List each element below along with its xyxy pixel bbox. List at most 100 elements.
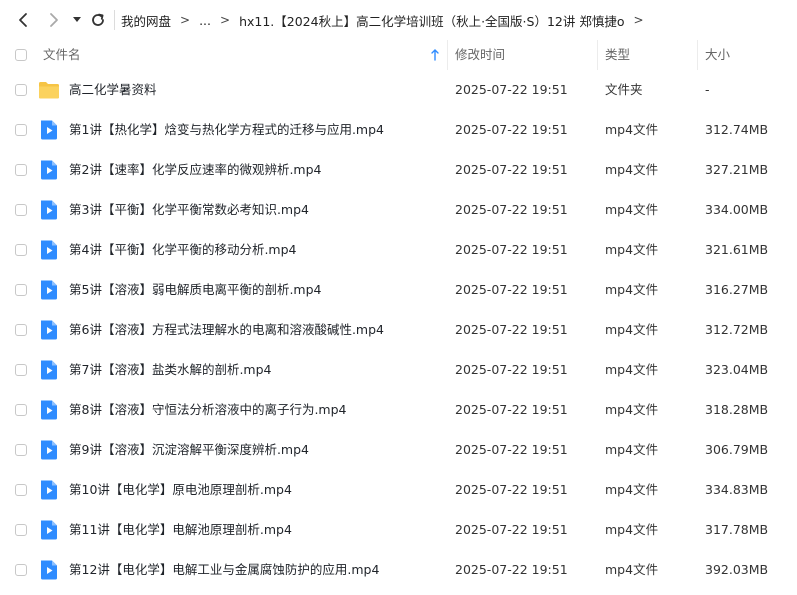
file-size: 321.61MB xyxy=(705,242,769,257)
file-modified-time: 2025-07-22 19:51 xyxy=(455,442,568,457)
file-type: mp4文件 xyxy=(605,162,659,177)
breadcrumb-root[interactable]: 我的网盘 xyxy=(121,11,171,30)
column-divider[interactable] xyxy=(447,40,448,70)
file-modified-time: 2025-07-22 19:51 xyxy=(455,362,568,377)
file-row[interactable]: 第3讲【平衡】化学平衡常数必考知识.mp4 2025-07-22 19:51 mp4… xyxy=(0,190,797,230)
history-dropdown-button[interactable] xyxy=(70,8,84,32)
file-row[interactable]: 第8讲【溶液】守恒法分析溶液中的离子行为.mp4 2025-07-22 19:51… xyxy=(0,390,797,430)
row-checkbox[interactable] xyxy=(15,164,27,176)
file-name[interactable]: 第10讲【电化学】原电池原理剖析.mp4 xyxy=(69,470,292,510)
file-type: 文件夹 xyxy=(605,82,643,97)
video-file-icon xyxy=(39,440,59,460)
row-checkbox[interactable] xyxy=(15,244,27,256)
file-row[interactable]: 第12讲【电化学】电解工业与金属腐蚀防护的应用.mp4 2025-07-22 19… xyxy=(0,550,797,590)
file-row[interactable]: 第10讲【电化学】原电池原理剖析.mp4 2025-07-22 19:51 mp4文… xyxy=(0,470,797,510)
video-file-icon xyxy=(39,360,59,380)
select-all-checkbox[interactable] xyxy=(15,49,27,61)
file-name[interactable]: 第2讲【速率】化学反应速率的微观辨析.mp4 xyxy=(69,150,322,190)
file-name[interactable]: 第3讲【平衡】化学平衡常数必考知识.mp4 xyxy=(69,190,309,230)
file-modified-time: 2025-07-22 19:51 xyxy=(455,402,568,417)
sort-indicator[interactable] xyxy=(430,40,440,70)
file-type: mp4文件 xyxy=(605,482,659,497)
file-modified-time: 2025-07-22 19:51 xyxy=(455,162,568,177)
file-row[interactable]: 第6讲【溶液】方程式法理解水的电离和溶液酸碱性.mp4 2025-07-22 19… xyxy=(0,310,797,350)
file-name[interactable]: 第11讲【电化学】电解池原理剖析.mp4 xyxy=(69,510,292,550)
file-name[interactable]: 第5讲【溶液】弱电解质电离平衡的剖析.mp4 xyxy=(69,270,322,310)
file-size: 334.00MB xyxy=(705,202,769,217)
file-row[interactable]: 第2讲【速率】化学反应速率的微观辨析.mp4 2025-07-22 19:51 mp… xyxy=(0,150,797,190)
file-name[interactable]: 第12讲【电化学】电解工业与金属腐蚀防护的应用.mp4 xyxy=(69,550,379,590)
file-size: 334.83MB xyxy=(705,482,769,497)
row-checkbox[interactable] xyxy=(15,404,27,416)
chevron-left-icon xyxy=(19,13,27,27)
row-checkbox[interactable] xyxy=(15,284,27,296)
row-checkbox[interactable] xyxy=(15,484,27,496)
file-size: 316.27MB xyxy=(705,282,769,297)
file-row[interactable]: 高二化学暑资料 2025-07-22 19:51 文件夹 - xyxy=(0,70,797,110)
file-modified-time: 2025-07-22 19:51 xyxy=(455,242,568,257)
file-name[interactable]: 高二化学暑资料 xyxy=(69,70,157,110)
file-size: 327.21MB xyxy=(705,162,769,177)
file-type: mp4文件 xyxy=(605,362,659,377)
file-modified-time: 2025-07-22 19:51 xyxy=(455,322,568,337)
file-modified-time: 2025-07-22 19:51 xyxy=(455,82,568,97)
file-modified-time: 2025-07-22 19:51 xyxy=(455,522,568,537)
file-size: 323.04MB xyxy=(705,362,769,377)
video-file-icon xyxy=(39,520,59,540)
column-header-modified[interactable]: 修改时间 xyxy=(455,40,505,70)
column-divider[interactable] xyxy=(697,40,698,70)
file-name[interactable]: 第6讲【溶液】方程式法理解水的电离和溶液酸碱性.mp4 xyxy=(69,310,384,350)
file-type: mp4文件 xyxy=(605,522,659,537)
row-checkbox[interactable] xyxy=(15,564,27,576)
breadcrumb-current[interactable]: hx11.【2024秋上】高二化学培训班（秋上·全国版·S）12讲 郑慎捷o xyxy=(239,11,624,30)
file-row[interactable]: 第5讲【溶液】弱电解质电离平衡的剖析.mp4 2025-07-22 19:51 mp… xyxy=(0,270,797,310)
column-divider[interactable] xyxy=(597,40,598,70)
refresh-button[interactable] xyxy=(88,8,108,32)
video-file-icon xyxy=(39,120,59,140)
file-list-header: 文件名 修改时间 类型 大小 xyxy=(0,40,797,70)
breadcrumb-ellipsis[interactable]: ... xyxy=(199,13,211,28)
file-row[interactable]: 第7讲【溶液】盐类水解的剖析.mp4 2025-07-22 19:51 mp4文件 3… xyxy=(0,350,797,390)
row-checkbox[interactable] xyxy=(15,124,27,136)
file-name[interactable]: 第7讲【溶液】盐类水解的剖析.mp4 xyxy=(69,350,272,390)
row-checkbox[interactable] xyxy=(15,444,27,456)
breadcrumb-separator: > xyxy=(220,13,231,27)
row-checkbox[interactable] xyxy=(15,84,27,96)
video-file-icon xyxy=(39,160,59,180)
file-row[interactable]: 第1讲【热化学】焓变与热化学方程式的迁移与应用.mp4 2025-07-22 19… xyxy=(0,110,797,150)
file-size: - xyxy=(705,82,710,97)
file-size: 312.72MB xyxy=(705,322,769,337)
file-row[interactable]: 第9讲【溶液】沉淀溶解平衡深度辨析.mp4 2025-07-22 19:51 mp4… xyxy=(0,430,797,470)
row-checkbox[interactable] xyxy=(15,204,27,216)
file-name[interactable]: 第1讲【热化学】焓变与热化学方程式的迁移与应用.mp4 xyxy=(69,110,384,150)
row-checkbox[interactable] xyxy=(15,364,27,376)
breadcrumb-separator: > xyxy=(180,13,191,27)
breadcrumb-separator: > xyxy=(633,13,644,27)
column-header-size[interactable]: 大小 xyxy=(705,40,730,70)
back-button[interactable] xyxy=(12,8,34,32)
video-file-icon xyxy=(39,280,59,300)
file-row[interactable]: 第4讲【平衡】化学平衡的移动分析.mp4 2025-07-22 19:51 mp4文… xyxy=(0,230,797,270)
row-checkbox[interactable] xyxy=(15,524,27,536)
file-type: mp4文件 xyxy=(605,402,659,417)
file-modified-time: 2025-07-22 19:51 xyxy=(455,282,568,297)
video-file-icon xyxy=(39,560,59,580)
video-file-icon xyxy=(39,400,59,420)
row-checkbox[interactable] xyxy=(15,324,27,336)
file-size: 306.79MB xyxy=(705,442,769,457)
file-size: 317.78MB xyxy=(705,522,769,537)
column-header-type[interactable]: 类型 xyxy=(605,40,630,70)
file-type: mp4文件 xyxy=(605,562,659,577)
file-type: mp4文件 xyxy=(605,202,659,217)
breadcrumb: 我的网盘 > ... > hx11.【2024秋上】高二化学培训班（秋上·全国版… xyxy=(121,0,653,40)
file-name[interactable]: 第4讲【平衡】化学平衡的移动分析.mp4 xyxy=(69,230,297,270)
caret-down-icon xyxy=(73,17,81,22)
file-row[interactable]: 第11讲【电化学】电解池原理剖析.mp4 2025-07-22 19:51 mp4文… xyxy=(0,510,797,550)
file-type: mp4文件 xyxy=(605,442,659,457)
forward-button[interactable] xyxy=(43,8,65,32)
file-name[interactable]: 第9讲【溶液】沉淀溶解平衡深度辨析.mp4 xyxy=(69,430,309,470)
file-name[interactable]: 第8讲【溶液】守恒法分析溶液中的离子行为.mp4 xyxy=(69,390,347,430)
file-modified-time: 2025-07-22 19:51 xyxy=(455,122,568,137)
column-header-name[interactable]: 文件名 xyxy=(43,40,81,70)
toolbar-divider xyxy=(114,10,115,30)
